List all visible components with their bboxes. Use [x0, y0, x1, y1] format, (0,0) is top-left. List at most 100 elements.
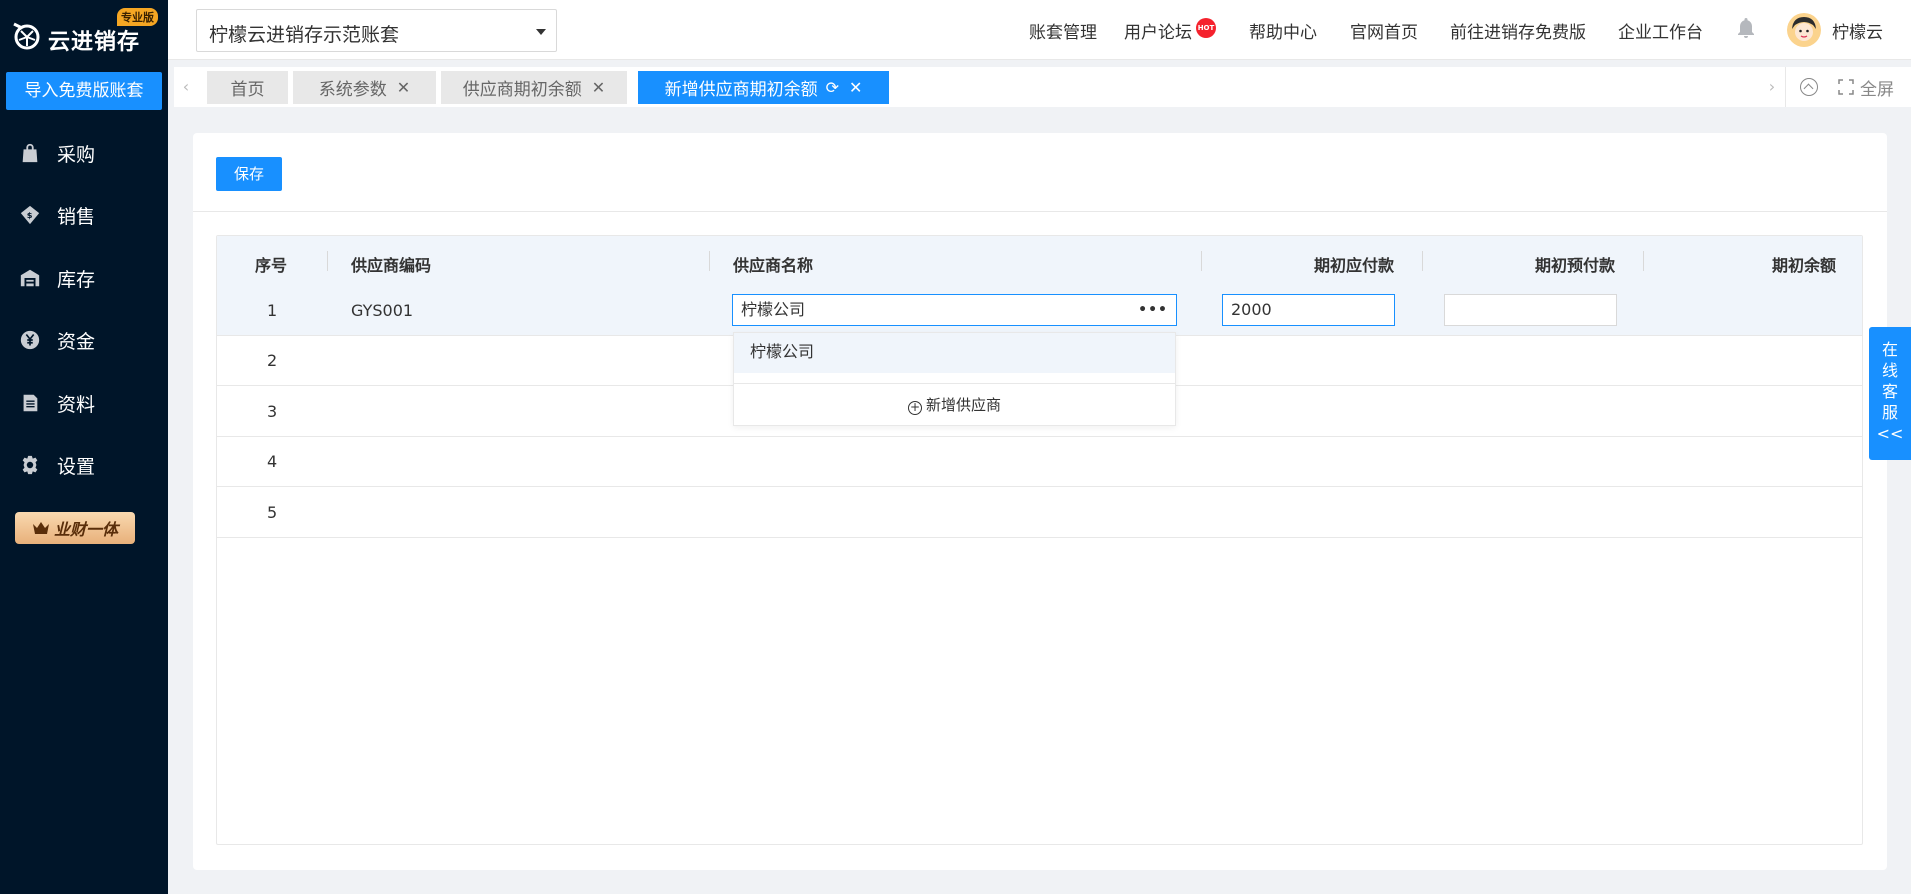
crown-icon: [32, 522, 49, 534]
row-index: 1: [267, 301, 278, 320]
hot-badge: HOT: [1196, 18, 1216, 38]
save-button[interactable]: 保存: [216, 157, 282, 191]
document-icon: [18, 391, 42, 415]
caret-down-icon: [536, 29, 546, 35]
refresh-icon[interactable]: ⟳: [826, 78, 839, 97]
more-icon[interactable]: •••: [1138, 295, 1168, 325]
collapse-up-icon[interactable]: [1800, 78, 1818, 96]
tab-label: 首页: [230, 80, 265, 100]
dropdown-option[interactable]: 柠檬公司: [734, 333, 1175, 373]
sidebar-item-funds[interactable]: 资金: [0, 315, 168, 365]
opening-payable-value: 2000: [1231, 300, 1272, 319]
row-index: 5: [267, 503, 278, 522]
sidebar-item-purchase[interactable]: 采购: [0, 128, 168, 178]
sidebar-item-label: 资金: [57, 330, 96, 353]
tab-system-params[interactable]: 系统参数 ✕: [293, 71, 436, 104]
table-row[interactable]: 4: [217, 437, 1862, 487]
column-separator: [709, 251, 710, 271]
tab-label: 系统参数: [318, 80, 387, 100]
column-separator: [327, 251, 328, 271]
table-row[interactable]: 1 GYS001 柠檬公司 ••• 2000: [217, 286, 1862, 336]
svg-text:$: $: [27, 210, 33, 220]
service-expand-arrow: <<: [1876, 424, 1904, 443]
column-separator: [1422, 251, 1423, 271]
link-enterprise-workbench[interactable]: 企业工作台: [1618, 18, 1703, 43]
app-logo[interactable]: 云进销存 专业版: [0, 0, 168, 62]
column-header-index: 序号: [255, 256, 288, 275]
row-index: 3: [267, 402, 278, 421]
divider: [734, 383, 1175, 384]
sidebar: 云进销存 专业版 导入免费版账套 采购 $ 销售 库存 资金 资料 设置 业财一…: [0, 0, 168, 894]
fullscreen-icon[interactable]: [1838, 79, 1854, 95]
supplier-name-input[interactable]: 柠檬公司 •••: [732, 294, 1177, 326]
fullscreen-label[interactable]: 全屏: [1860, 75, 1894, 100]
supplier-dropdown: 柠檬公司 + 新增供应商: [733, 332, 1176, 426]
table-row[interactable]: 5: [217, 488, 1862, 538]
tab-tools: 全屏: [1785, 67, 1911, 107]
gear-icon: [18, 453, 42, 477]
add-supplier-button[interactable]: + 新增供应商: [734, 390, 1175, 420]
sidebar-item-label: 资料: [57, 393, 96, 416]
bag-icon: [18, 141, 42, 165]
import-free-account-button[interactable]: 导入免费版账套: [6, 72, 162, 110]
service-char: 客: [1881, 382, 1898, 401]
account-select[interactable]: 柠檬云进销存示范账套: [196, 9, 557, 52]
link-official-site[interactable]: 官网首页: [1350, 18, 1418, 43]
tab-scroll-left-icon[interactable]: ‹: [178, 79, 194, 95]
supplier-name-value: 柠檬公司: [741, 300, 806, 319]
warehouse-icon: [18, 266, 42, 290]
column-header-opening-balance: 期初余额: [1772, 256, 1837, 275]
column-header-supplier-code: 供应商编码: [351, 256, 432, 275]
column-header-opening-prepaid: 期初预付款: [1535, 256, 1616, 275]
close-icon[interactable]: ✕: [849, 78, 862, 97]
service-char: 线: [1881, 361, 1898, 380]
sidebar-item-inventory[interactable]: 库存: [0, 253, 168, 303]
opening-payable-input[interactable]: 2000: [1222, 294, 1395, 326]
service-char: 在: [1881, 340, 1898, 359]
service-char: 服: [1881, 403, 1898, 422]
tab-home[interactable]: 首页: [207, 71, 288, 104]
bell-icon[interactable]: [1734, 16, 1758, 40]
sidebar-item-label: 库存: [57, 268, 96, 291]
sidebar-item-data[interactable]: 资料: [0, 378, 168, 428]
sidebar-item-sales[interactable]: $ 销售: [0, 190, 168, 240]
tab-label: 供应商期初余额: [462, 80, 582, 100]
link-account-management[interactable]: 账套管理: [1029, 18, 1097, 43]
account-select-value: 柠檬云进销存示范账套: [209, 24, 400, 46]
logo-text: 云进销存: [48, 30, 141, 55]
row-index: 4: [267, 452, 278, 471]
row-index: 2: [267, 351, 278, 370]
column-header-supplier-name: 供应商名称: [733, 256, 814, 275]
sales-icon: $: [18, 203, 42, 227]
tab-supplier-opening-balance[interactable]: 供应商期初余额 ✕: [441, 71, 627, 104]
plus-circle-icon: +: [907, 400, 922, 415]
table-header: 序号 供应商编码 供应商名称 期初应付款 期初预付款 期初余额: [217, 236, 1862, 286]
tab-scroll-right-icon[interactable]: ›: [1764, 79, 1780, 95]
edition-badge: 专业版: [117, 8, 158, 26]
link-user-forum[interactable]: 用户论坛: [1124, 18, 1192, 43]
add-supplier-label: 新增供应商: [925, 396, 1001, 414]
sidebar-item-label: 销售: [57, 205, 96, 228]
user-name[interactable]: 柠檬云: [1832, 18, 1883, 43]
logo-mark-icon: [13, 22, 40, 50]
promo-label: 业财一体: [53, 520, 118, 539]
promo-banner[interactable]: 业财一体: [15, 512, 135, 544]
close-icon[interactable]: ✕: [592, 78, 605, 97]
opening-prepaid-input[interactable]: [1444, 294, 1617, 326]
divider: [193, 211, 1887, 212]
sidebar-item-label: 设置: [57, 455, 96, 478]
sidebar-item-settings[interactable]: 设置: [0, 440, 168, 490]
close-icon[interactable]: ✕: [397, 78, 410, 97]
tabs-bar: ‹ 首页 系统参数 ✕ 供应商期初余额 ✕ 新增供应商期初余额 ⟳ ✕ › 全屏: [174, 67, 1911, 107]
tab-label: 新增供应商期初余额: [664, 80, 818, 100]
avatar[interactable]: [1787, 13, 1821, 47]
sidebar-item-label: 采购: [57, 143, 96, 166]
column-separator: [1643, 251, 1644, 271]
online-service-button[interactable]: 在 线 客 服 <<: [1869, 327, 1911, 460]
supplier-balance-table: 序号 供应商编码 供应商名称 期初应付款 期初预付款 期初余额 1 GYS001…: [216, 235, 1863, 845]
link-help-center[interactable]: 帮助中心: [1249, 18, 1317, 43]
top-header: 柠檬云进销存示范账套 账套管理 用户论坛 HOT 帮助中心 官网首页 前往进销存…: [168, 0, 1911, 60]
link-free-edition[interactable]: 前往进销存免费版: [1450, 18, 1586, 43]
supplier-code-cell[interactable]: GYS001: [351, 301, 413, 320]
tab-new-supplier-opening-balance[interactable]: 新增供应商期初余额 ⟳ ✕: [638, 71, 889, 104]
